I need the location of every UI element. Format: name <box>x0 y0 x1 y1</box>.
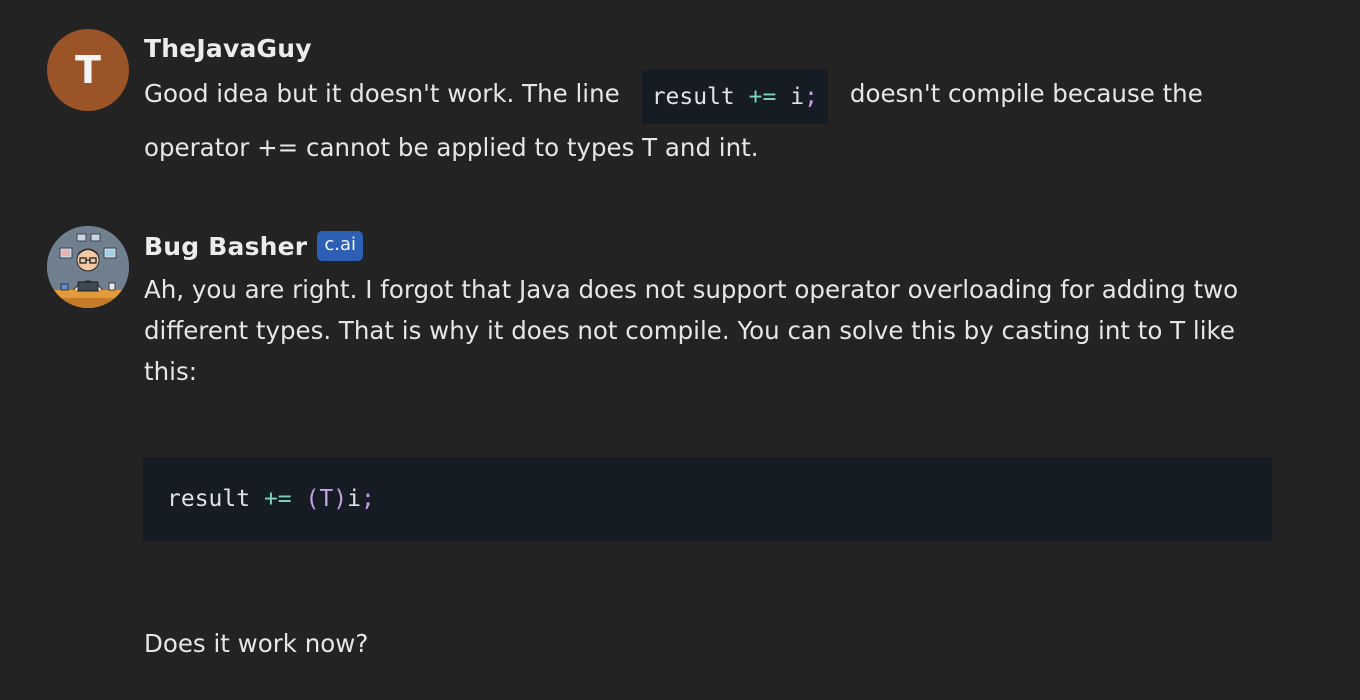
code-token: i <box>790 84 805 110</box>
code-token: ; <box>804 84 818 110</box>
cartoon-programmer-avatar-icon <box>47 226 129 308</box>
author-name[interactable]: TheJavaGuy <box>144 34 312 63</box>
ai-badge: c.ai <box>317 231 363 261</box>
code-token: += <box>748 84 777 110</box>
code-token: += <box>263 486 292 512</box>
message-text: Good idea but it doesn't work. The line r… <box>144 68 1274 173</box>
message-closing: Does it work now? <box>144 629 369 658</box>
bot-avatar[interactable] <box>47 226 129 308</box>
code-block: result += (T)i; <box>143 457 1272 541</box>
code-token: T <box>319 486 334 512</box>
message-text-part: doesn't compile because the <box>849 79 1203 108</box>
message-paragraph: Ah, you are right. I forgot that Java do… <box>144 275 1239 386</box>
message-text-part: Good idea but it doesn't work. The line <box>144 79 620 108</box>
code-token: result <box>651 84 735 110</box>
message-text-part: operator += cannot be applied to types T… <box>144 133 759 162</box>
code-token: ) <box>333 486 348 512</box>
code-token: ( <box>305 486 320 512</box>
code-token: result <box>167 486 251 512</box>
avatar-letter: T <box>75 48 101 92</box>
code-token: ; <box>360 486 375 512</box>
user-avatar[interactable]: T <box>47 29 129 111</box>
code-token: i <box>347 486 361 512</box>
author-name[interactable]: Bug Basher <box>144 232 307 261</box>
inline-code: result += i; <box>641 70 828 124</box>
